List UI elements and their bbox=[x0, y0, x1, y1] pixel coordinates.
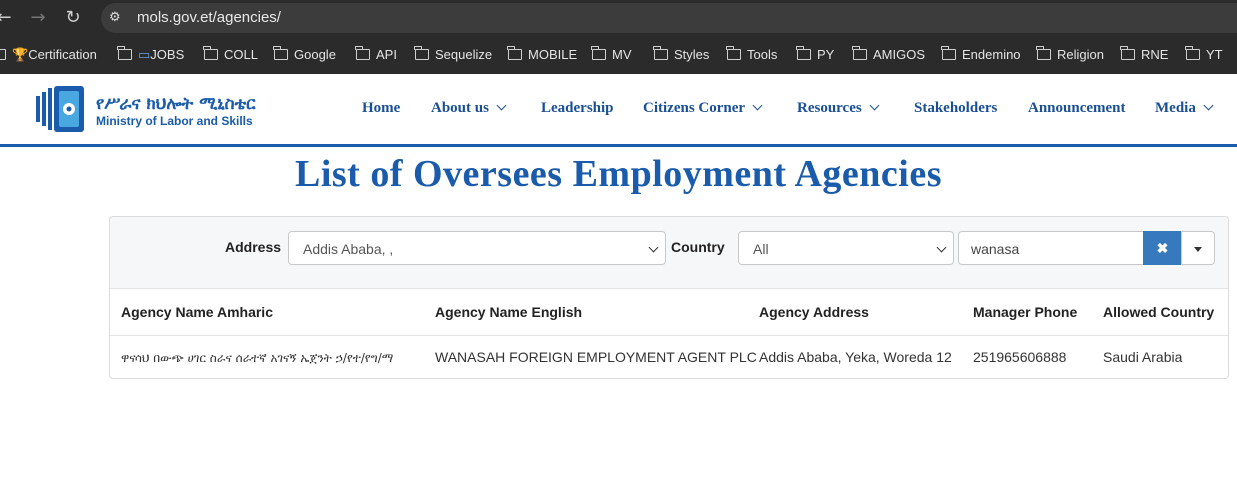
cell-english-name: WANASAH FOREIGN EMPLOYMENT AGENT PLC bbox=[435, 349, 757, 365]
bookmark-religion[interactable]: Religion bbox=[1036, 46, 1104, 64]
folder-icon bbox=[1036, 46, 1051, 60]
column-header-english[interactable]: Agency Name English bbox=[435, 304, 582, 320]
logo-english-text: Ministry of Labor and Skills bbox=[96, 114, 253, 128]
ministry-logo-icon[interactable] bbox=[36, 86, 88, 132]
bookmark-sequelize[interactable]: Sequelize bbox=[414, 46, 492, 64]
url-text: mols.gov.et/agencies/ bbox=[137, 9, 281, 26]
chevron-down-icon bbox=[869, 100, 880, 111]
back-icon[interactable]: ← bbox=[0, 8, 14, 28]
bookmark-certification[interactable]: 🏆Certification bbox=[0, 46, 97, 64]
bookmark-mobile[interactable]: MOBILE bbox=[507, 46, 577, 64]
folder-icon bbox=[355, 46, 370, 60]
bookmark-api[interactable]: API bbox=[355, 46, 397, 64]
bookmark-styles[interactable]: Styles bbox=[653, 46, 709, 64]
folder-icon bbox=[852, 46, 867, 60]
folder-icon bbox=[796, 46, 811, 60]
cell-country: Saudi Arabia bbox=[1103, 349, 1183, 365]
bookmarks-bar: 🏆Certification ▭JOBS COLL Google API Seq… bbox=[0, 36, 1237, 74]
bookmark-endemino[interactable]: Endemino bbox=[941, 46, 1021, 64]
nav-leadership[interactable]: Leadership bbox=[541, 100, 614, 117]
nav-announcement[interactable]: Announcement bbox=[1028, 100, 1126, 117]
bookmark-py[interactable]: PY bbox=[796, 46, 834, 64]
folder-icon bbox=[591, 46, 606, 60]
chevron-down-icon bbox=[752, 100, 763, 111]
agencies-card: Address Addis Ababa, , Country All wanas… bbox=[109, 216, 1229, 379]
cell-amharic-name: ዋናሳህ በውጭ ሀገር ስራና ሰራተኛ አገናኝ ኤጀንት ኃ/የተ/የግ/… bbox=[121, 351, 394, 365]
trophy-icon: 🏆 bbox=[12, 47, 29, 62]
cell-address: Addis Ababa, Yeka, Woreda 12 bbox=[759, 349, 952, 365]
bookmark-yt[interactable]: YT bbox=[1185, 46, 1223, 64]
browser-toolbar: ← → ↻ ⚙ mols.gov.et/agencies/ bbox=[0, 0, 1237, 36]
search-dropdown-button[interactable] bbox=[1181, 231, 1215, 265]
address-select[interactable]: Addis Ababa, , bbox=[288, 231, 666, 265]
folder-icon bbox=[0, 49, 6, 60]
nav-resources[interactable]: Resources bbox=[797, 100, 880, 117]
nav-about-us[interactable]: About us bbox=[431, 100, 507, 117]
folder-icon bbox=[726, 46, 741, 60]
site-settings-icon[interactable]: ⚙ bbox=[109, 9, 127, 27]
folder-icon bbox=[414, 46, 429, 60]
country-label: Country bbox=[671, 239, 725, 255]
bookmark-mv[interactable]: MV bbox=[591, 46, 632, 64]
filter-bar: Address Addis Ababa, , Country All wanas… bbox=[110, 217, 1228, 289]
bookmark-rne[interactable]: RNE bbox=[1120, 46, 1168, 64]
bookmark-google[interactable]: Google bbox=[273, 46, 336, 64]
chevron-down-icon bbox=[496, 100, 507, 111]
nav-stakeholders[interactable]: Stakeholders bbox=[914, 100, 997, 117]
nav-media[interactable]: Media bbox=[1155, 100, 1214, 117]
chevron-down-icon bbox=[936, 242, 947, 253]
bookmark-coll[interactable]: COLL bbox=[203, 46, 258, 64]
folder-icon bbox=[1185, 46, 1200, 60]
chevron-down-icon bbox=[1203, 100, 1214, 111]
close-icon: ✖ bbox=[1156, 240, 1169, 256]
address-label: Address bbox=[225, 239, 282, 255]
table-header-divider bbox=[110, 335, 1228, 336]
reload-icon[interactable]: ↻ bbox=[63, 8, 83, 28]
folder-icon bbox=[203, 46, 218, 60]
column-header-phone[interactable]: Manager Phone bbox=[973, 304, 1077, 320]
column-header-address[interactable]: Agency Address bbox=[759, 304, 869, 320]
laptop-icon: ▭ bbox=[138, 47, 151, 62]
forward-icon[interactable]: → bbox=[28, 8, 48, 28]
nav-home[interactable]: Home bbox=[362, 100, 400, 117]
bookmark-jobs[interactable]: ▭JOBS bbox=[117, 46, 184, 64]
folder-icon bbox=[941, 46, 956, 60]
cell-phone: 251965606888 bbox=[973, 349, 1067, 365]
logo-amharic-text: የሥራና ክህሎት ሚኒስቴር bbox=[96, 94, 256, 114]
column-header-amharic[interactable]: Agency Name Amharic bbox=[121, 304, 273, 320]
address-bar[interactable]: ⚙ mols.gov.et/agencies/ bbox=[101, 3, 1237, 33]
country-select[interactable]: All bbox=[738, 231, 954, 265]
folder-icon bbox=[273, 46, 288, 60]
nav-citizens-corner[interactable]: Citizens Corner bbox=[643, 100, 763, 117]
chevron-down-icon bbox=[648, 242, 659, 253]
column-header-country[interactable]: Allowed Country bbox=[1103, 304, 1214, 320]
folder-icon bbox=[507, 46, 522, 60]
bookmark-amigos[interactable]: AMIGOS bbox=[852, 46, 925, 64]
page-title: List of Oversees Employment Agencies bbox=[294, 153, 943, 195]
folder-icon bbox=[1120, 46, 1135, 60]
folder-icon bbox=[653, 46, 668, 60]
clear-search-button[interactable]: ✖ bbox=[1143, 231, 1182, 265]
folder-icon bbox=[117, 46, 132, 60]
bookmark-tools[interactable]: Tools bbox=[726, 46, 777, 64]
header-divider bbox=[0, 144, 1237, 147]
search-input[interactable]: wanasa bbox=[958, 231, 1144, 265]
